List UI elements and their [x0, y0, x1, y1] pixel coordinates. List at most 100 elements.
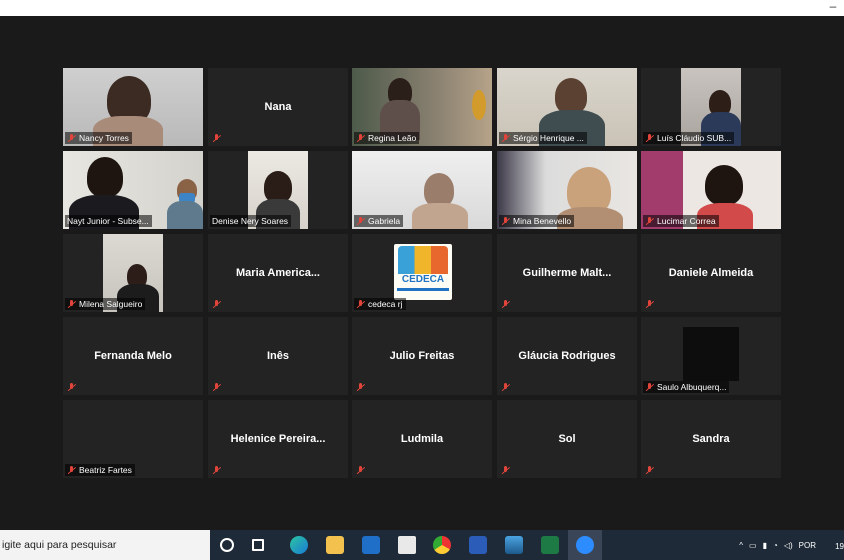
- language-indicator[interactable]: POR: [799, 541, 816, 550]
- participant-tile[interactable]: Lucimar Correa: [641, 151, 781, 229]
- minimize-button[interactable]: –: [828, 0, 838, 16]
- windows-taskbar: igite aqui para pesquisar ^ ▭ ▮ ◔ ◁) POR…: [0, 530, 844, 560]
- participant-tile[interactable]: Regina Leão: [352, 68, 492, 146]
- participant-name-label: [643, 299, 657, 310]
- participant-name-label: Mina Benevello: [499, 215, 575, 227]
- participant-name: Julio Freitas: [389, 350, 455, 362]
- participant-tile[interactable]: Milena Salgueiro: [63, 234, 203, 312]
- muted-mic-icon: [356, 466, 365, 475]
- cortana-icon[interactable]: [220, 538, 234, 552]
- muted-mic-icon: [501, 216, 510, 226]
- participant-name-label: Luís Cláudio SUB...: [643, 132, 735, 144]
- muted-mic-icon: [501, 383, 510, 392]
- muted-mic-icon: [645, 382, 654, 392]
- task-view-icon[interactable]: [252, 539, 264, 551]
- zoom-taskbar-button[interactable]: [568, 530, 602, 560]
- participant-tile[interactable]: Ludmila: [352, 400, 492, 478]
- participant-name: Helenice Pereira...: [230, 433, 326, 445]
- participant-name-label: Nancy Torres: [65, 132, 132, 144]
- participant-tile[interactable]: Maria America...: [208, 234, 348, 312]
- word-icon[interactable]: [469, 536, 487, 554]
- participant-tile[interactable]: Fernanda Melo: [63, 317, 203, 395]
- participant-name-label: [499, 382, 513, 393]
- participant-tile[interactable]: Julio Freitas: [352, 317, 492, 395]
- muted-mic-icon: [67, 133, 76, 143]
- participant-name: Sol: [558, 433, 576, 445]
- edge-icon[interactable]: [290, 536, 308, 554]
- wifi-icon[interactable]: ◔: [773, 541, 778, 550]
- participant-tile[interactable]: Inês: [208, 317, 348, 395]
- participant-tile[interactable]: Nana: [208, 68, 348, 146]
- muted-mic-icon: [356, 216, 365, 226]
- participant-tile[interactable]: CEDECA cedeca rj: [352, 234, 492, 312]
- participant-name-label: [210, 382, 224, 393]
- participant-tile[interactable]: Gabriela: [352, 151, 492, 229]
- gallery-view: Nancy Torres Nana Regina Leão Sérgio Hen…: [0, 16, 844, 530]
- outlook-icon[interactable]: [362, 536, 380, 554]
- participant-tile[interactable]: Denise Nery Soares: [208, 151, 348, 229]
- muted-mic-icon: [212, 466, 221, 475]
- participant-tile[interactable]: Gláucia Rodrigues: [497, 317, 637, 395]
- participant-name: Maria America...: [236, 267, 320, 279]
- muted-mic-icon: [356, 383, 365, 392]
- muted-mic-icon: [645, 216, 654, 226]
- photos-icon[interactable]: [505, 536, 523, 554]
- participant-tile[interactable]: Mina Benevello: [497, 151, 637, 229]
- participant-name-label: [354, 382, 368, 393]
- participant-tile[interactable]: Guilherme Malt...: [497, 234, 637, 312]
- participant-name-label: Saulo Albuquerq...: [643, 381, 730, 393]
- participant-name: Nana: [264, 101, 292, 113]
- participant-name-label: Beatriz Fartes: [65, 464, 135, 476]
- taskbar-search-box[interactable]: igite aqui para pesquisar: [0, 530, 210, 560]
- window-titlebar: –: [0, 0, 844, 16]
- participant-tile[interactable]: Sol: [497, 400, 637, 478]
- battery-icon[interactable]: ▮: [763, 541, 767, 550]
- participant-name-label: Gabriela: [354, 215, 404, 227]
- file-explorer-icon[interactable]: [326, 536, 344, 554]
- participant-name: Ludmila: [400, 433, 444, 445]
- muted-mic-icon: [67, 383, 76, 392]
- participant-tile[interactable]: Helenice Pereira...: [208, 400, 348, 478]
- participant-name-label: Nayt Junior - Subse...: [65, 215, 152, 227]
- participant-name-label: [210, 299, 224, 310]
- participant-name: Sandra: [692, 433, 730, 445]
- chrome-icon[interactable]: [433, 536, 451, 554]
- participant-name-label: Milena Salgueiro: [65, 298, 146, 310]
- muted-mic-icon: [645, 466, 654, 475]
- excel-icon[interactable]: [541, 536, 559, 554]
- cedeca-logo: CEDECA: [394, 244, 452, 300]
- participant-name-label: [65, 382, 79, 393]
- muted-mic-icon: [501, 133, 510, 143]
- zoom-icon: [576, 536, 594, 554]
- participant-tile[interactable]: Saulo Albuquerq...: [641, 317, 781, 395]
- participant-name: Gláucia Rodrigues: [518, 350, 616, 362]
- participant-tile[interactable]: Sandra: [641, 400, 781, 478]
- network-icon[interactable]: ▭: [749, 541, 757, 550]
- participant-name-label: [354, 465, 368, 476]
- participant-name: Daniele Almeida: [668, 267, 754, 279]
- muted-mic-icon: [645, 133, 654, 143]
- participant-name-label: cedeca rj: [354, 298, 406, 310]
- muted-mic-icon: [67, 465, 76, 475]
- participant-name-label: Lucimar Correa: [643, 215, 719, 227]
- participant-name-label: [499, 465, 513, 476]
- system-tray: ^ ▭ ▮ ◔ ◁) POR: [739, 530, 816, 560]
- participant-tile[interactable]: Daniele Almeida: [641, 234, 781, 312]
- chevron-up-icon[interactable]: ^: [739, 541, 743, 550]
- volume-icon[interactable]: ◁): [784, 541, 793, 550]
- participant-tile[interactable]: Nancy Torres: [63, 68, 203, 146]
- participant-name-label: [643, 465, 657, 476]
- taskbar-clock[interactable]: 19: [835, 542, 844, 551]
- muted-mic-icon: [356, 299, 365, 309]
- participant-name-label: Regina Leão: [354, 132, 420, 144]
- participant-name-label: [210, 133, 224, 144]
- muted-mic-icon: [645, 300, 654, 309]
- participant-tile[interactable]: Beatriz Fartes: [63, 400, 203, 478]
- muted-mic-icon: [67, 299, 76, 309]
- participant-tile[interactable]: Luís Cláudio SUB...: [641, 68, 781, 146]
- participant-name-label: Denise Nery Soares: [210, 215, 292, 227]
- participant-tile-active-speaker[interactable]: Nayt Junior - Subse...: [63, 151, 203, 229]
- store-icon[interactable]: [398, 536, 416, 554]
- participant-name: Inês: [266, 350, 289, 362]
- participant-tile[interactable]: Sérgio Henrique ...: [497, 68, 637, 146]
